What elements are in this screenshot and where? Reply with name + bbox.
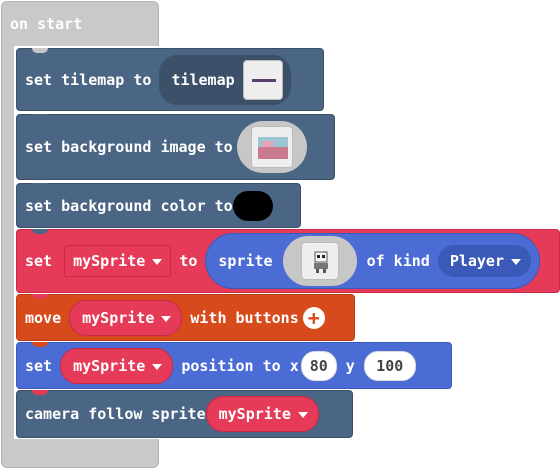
background-image-thumbnail[interactable] [250, 126, 293, 168]
tilemap-reporter-label: tilemap [171, 70, 235, 89]
sprite-kind-dropdown[interactable]: Player [437, 245, 531, 277]
y-label: y [345, 356, 355, 375]
sprite-variable-dropdown[interactable]: mySprite [64, 245, 172, 277]
set-tilemap-block[interactable]: set tilemap to tilemap [16, 48, 324, 111]
plus-circle-icon[interactable]: + [302, 306, 325, 329]
block-notch [32, 294, 48, 299]
chevron-down-icon [297, 412, 308, 418]
chevron-down-icon [152, 363, 163, 370]
on-start-label: on start [10, 15, 83, 33]
tilemap-preview-icon [251, 78, 276, 82]
position-to-x-label: position to x [181, 356, 299, 375]
set-sprite-to-label: to [179, 252, 198, 270]
sprite-variable-label: mySprite [73, 252, 146, 270]
chevron-down-icon [511, 259, 521, 265]
x-value-input[interactable]: 80 [300, 350, 337, 381]
y-value-input[interactable]: 100 [363, 350, 416, 381]
block-notch [32, 48, 48, 53]
set-background-color-label: set background color to [25, 196, 233, 215]
move-label: move [25, 308, 62, 327]
tilemap-reporter[interactable]: tilemap [159, 54, 291, 105]
sprite-of-kind-reporter[interactable]: sprite of kind Player [205, 233, 540, 289]
sprite-preview-icon [313, 251, 328, 273]
camera-follow-block[interactable]: camera follow sprite mySprite [16, 390, 353, 438]
set-background-image-label: set background image to [25, 138, 233, 156]
background-image-slot[interactable] [236, 121, 307, 173]
set-background-image-block[interactable]: set background image to [16, 114, 335, 180]
background-color-swatch[interactable] [232, 190, 273, 221]
position-variable-dropdown[interactable]: mySprite [60, 347, 174, 384]
block-notch [32, 114, 48, 119]
block-notch [32, 390, 48, 395]
sprite-image-thumbnail[interactable] [300, 242, 339, 280]
block-notch [32, 229, 48, 234]
set-sprite-set-label: set [25, 252, 53, 270]
sprite-reporter-label: sprite [218, 252, 273, 270]
move-variable-dropdown[interactable]: mySprite [69, 299, 183, 336]
sprite-kind-label: Player [449, 252, 504, 270]
move-with-buttons-block[interactable]: move mySprite with buttons + [16, 294, 355, 341]
camera-follow-label: camera follow sprite [25, 405, 206, 423]
chevron-down-icon [161, 315, 172, 322]
set-sprite-block[interactable]: set mySprite to sprite of kind Player [16, 229, 560, 293]
sprite-image-slot[interactable] [282, 236, 357, 286]
move-variable-label: mySprite [82, 308, 155, 327]
block-notch [32, 183, 48, 188]
set-background-color-block[interactable]: set background color to [16, 183, 301, 228]
background-image-preview-icon [257, 137, 288, 159]
set-tilemap-label: set tilemap to [25, 70, 152, 89]
with-buttons-label: with buttons [190, 308, 299, 327]
position-variable-label: mySprite [73, 356, 146, 375]
camera-variable-label: mySprite [218, 405, 291, 423]
tilemap-thumbnail[interactable] [242, 59, 283, 100]
set-position-set-label: set [25, 356, 53, 375]
block-notch [32, 342, 48, 347]
camera-variable-dropdown[interactable]: mySprite [205, 396, 319, 432]
set-position-block[interactable]: set mySprite position to x 80 y 100 [16, 342, 452, 389]
of-kind-label: of kind [366, 252, 430, 270]
chevron-down-icon [152, 259, 163, 265]
